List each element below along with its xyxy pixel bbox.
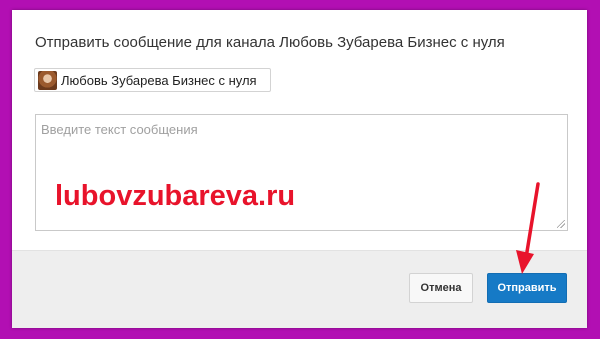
- send-button[interactable]: Отправить: [487, 273, 567, 303]
- channel-name: Любовь Зубарева Бизнес с нуля: [61, 72, 257, 88]
- message-box: [35, 114, 568, 231]
- dialog-title: Отправить сообщение для канала Любовь Зу…: [35, 34, 505, 51]
- resize-handle-icon[interactable]: [557, 220, 565, 228]
- message-input[interactable]: [36, 115, 567, 230]
- dialog-footer: Отмена Отправить: [12, 250, 587, 328]
- channel-avatar: [38, 70, 57, 90]
- send-message-dialog: Отправить сообщение для канала Любовь Зу…: [12, 10, 587, 328]
- cancel-button[interactable]: Отмена: [409, 273, 473, 303]
- recipient-channel-chip: Любовь Зубарева Бизнес с нуля: [34, 68, 271, 92]
